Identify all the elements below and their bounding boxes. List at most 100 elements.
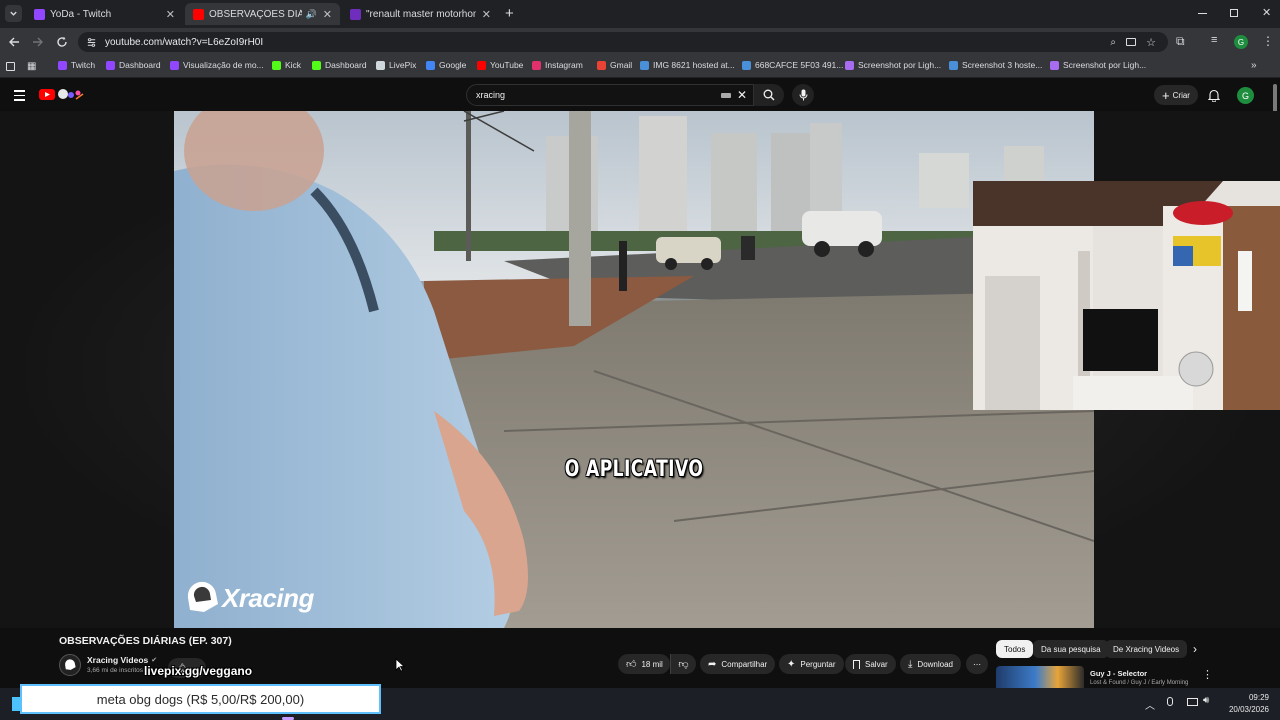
bookmark-item[interactable]: Twitch bbox=[58, 60, 95, 70]
like-button[interactable]: 👍︎ 18 mil bbox=[618, 654, 670, 674]
bookmark-label: 668CAFCE 5F03 491... bbox=[755, 60, 844, 70]
bookmark-item[interactable]: YouTube bbox=[477, 60, 523, 70]
bookmark-item[interactable]: LivePix bbox=[376, 60, 416, 70]
browser-tab-strip: YoDa - Twitch ✕ OBSERVAÇÕES DIÁRIAS (EP.… bbox=[0, 0, 1280, 28]
recommendation-subtitle: Lost & Found / Guy J / Early Morning bbox=[1090, 680, 1189, 686]
sidebar-toggle-icon[interactable] bbox=[6, 62, 15, 71]
site-info-icon[interactable] bbox=[86, 37, 97, 48]
clear-search-icon[interactable]: ✕ bbox=[737, 88, 747, 102]
address-bar[interactable]: youtube.com/watch?v=L6eZoI9rH0I ⌕ ☆ bbox=[78, 32, 1168, 52]
more-bookmarks-icon[interactable]: » bbox=[1251, 60, 1257, 71]
clock-time[interactable]: 09:29 bbox=[1221, 693, 1269, 702]
browser-tab-search[interactable]: "renault master motorhome" - ✕ bbox=[342, 3, 499, 25]
youtube-header: xracing ✕ + Criar G bbox=[0, 80, 1280, 144]
chip-from-search[interactable]: Da sua pesquisa bbox=[1033, 640, 1109, 658]
bookmark-label: Gmail bbox=[610, 60, 633, 70]
close-tab-icon[interactable]: ✕ bbox=[166, 8, 175, 21]
bookmark-item[interactable]: Screenshot por Ligh... bbox=[845, 60, 941, 70]
bookmark-item[interactable]: Screenshot 3 hoste... bbox=[949, 60, 1042, 70]
save-button[interactable]: Salvar bbox=[845, 654, 896, 674]
extensions-icon[interactable]: ⧉ bbox=[1176, 34, 1185, 49]
bookmark-favicon-icon bbox=[949, 60, 958, 70]
recommendation-title[interactable]: Guy J - Selector bbox=[1090, 669, 1147, 678]
youtube-logo[interactable] bbox=[39, 89, 55, 100]
download-label: Download bbox=[917, 659, 953, 669]
search-input[interactable]: xracing bbox=[476, 90, 505, 100]
speaker-icon[interactable]: 🔊 bbox=[306, 9, 317, 20]
voice-search-button[interactable] bbox=[792, 84, 814, 106]
close-tab-icon[interactable]: ✕ bbox=[482, 8, 491, 21]
url-text[interactable]: youtube.com/watch?v=L6eZoI9rH0I bbox=[105, 37, 263, 48]
new-tab-button[interactable]: + bbox=[505, 5, 514, 22]
reload-icon[interactable] bbox=[56, 36, 68, 48]
keyboard-icon[interactable] bbox=[721, 93, 731, 98]
bookmark-item[interactable]: IMG 8621 hosted at... bbox=[640, 60, 735, 70]
more-actions-button[interactable]: ⋯ bbox=[966, 654, 988, 674]
clock-date[interactable]: 20/03/2026 bbox=[1221, 705, 1269, 714]
browser-tab-twitch[interactable]: YoDa - Twitch ✕ bbox=[26, 3, 183, 25]
apps-grid-icon[interactable]: ▦ bbox=[27, 61, 36, 72]
tab-search-button[interactable] bbox=[5, 5, 22, 22]
video-player[interactable]: O APLICATIVO Xracing bbox=[0, 111, 1280, 628]
notifications-bell-icon[interactable] bbox=[1208, 89, 1220, 102]
bookmark-star-icon[interactable]: ☆ bbox=[1146, 36, 1156, 49]
chip-all[interactable]: Todos bbox=[996, 640, 1034, 658]
download-icon: ⤓ bbox=[908, 658, 913, 670]
close-tab-icon[interactable]: ✕ bbox=[323, 8, 332, 21]
bookmark-label: Google bbox=[439, 60, 467, 70]
network-tray-icon[interactable] bbox=[1187, 698, 1198, 706]
share-button[interactable]: ➦ Compartilhar bbox=[700, 654, 776, 674]
bookmark-item[interactable]: Screenshot por Ligh... bbox=[1050, 60, 1146, 70]
start-button-icon[interactable] bbox=[12, 697, 20, 711]
bookmark-label: Instagram bbox=[545, 60, 583, 70]
bookmark-item[interactable]: Kick bbox=[272, 60, 301, 70]
helmet-logo-icon bbox=[187, 581, 218, 612]
account-avatar[interactable]: G bbox=[1237, 87, 1254, 104]
video-subtitle: O APLICATIVO bbox=[564, 457, 704, 482]
profile-avatar[interactable]: G bbox=[1234, 35, 1248, 49]
minimize-window-icon[interactable] bbox=[1198, 13, 1207, 14]
restore-window-icon[interactable] bbox=[1230, 9, 1238, 17]
media-controls-icon[interactable]: ≡ bbox=[1211, 34, 1217, 46]
zoom-icon[interactable]: ⌕ bbox=[1110, 37, 1116, 48]
more-horizontal-icon: ⋯ bbox=[973, 659, 981, 669]
profile-initial: G bbox=[1237, 37, 1245, 47]
bookmark-item[interactable]: Instagram bbox=[532, 60, 583, 70]
bookmark-item[interactable]: Dashboard bbox=[106, 60, 161, 70]
show-hidden-icons[interactable]: ︿ bbox=[1145, 697, 1155, 712]
cast-icon[interactable] bbox=[1126, 38, 1136, 46]
bookmark-item[interactable]: Dashboard bbox=[312, 60, 367, 70]
chip-from-channel[interactable]: De Xracing Videos bbox=[1105, 640, 1188, 658]
ask-button[interactable]: ✦ Perguntar bbox=[779, 654, 844, 674]
volume-tray-icon[interactable]: 🔊︎ bbox=[1203, 695, 1209, 706]
bookmark-favicon-icon bbox=[1050, 60, 1059, 70]
video-frame[interactable]: O APLICATIVO Xracing bbox=[174, 111, 1094, 628]
doodle-icon[interactable] bbox=[57, 88, 85, 101]
back-arrow-icon[interactable] bbox=[8, 36, 20, 48]
share-arrow-icon: ➦ bbox=[708, 658, 717, 670]
recommendation-menu-icon[interactable]: ⋮ bbox=[1202, 668, 1213, 681]
search-button[interactable] bbox=[754, 84, 784, 106]
guide-menu-icon[interactable] bbox=[14, 90, 25, 101]
forward-arrow-icon[interactable] bbox=[32, 36, 44, 48]
close-window-icon[interactable]: ✕ bbox=[1262, 6, 1271, 19]
bookmark-item[interactable]: 668CAFCE 5F03 491... bbox=[742, 60, 843, 70]
bookmark-item[interactable]: Visualização de mo... bbox=[170, 60, 264, 70]
channel-name-text[interactable]: Xracing Videos bbox=[87, 655, 148, 665]
create-button[interactable]: + Criar bbox=[1154, 85, 1198, 105]
search-box[interactable]: xracing ✕ bbox=[466, 84, 754, 106]
recommendation-thumbnail[interactable] bbox=[996, 666, 1084, 688]
cursor-arrow-icon bbox=[395, 658, 405, 672]
download-button[interactable]: ⤓ Download bbox=[900, 654, 961, 674]
browser-menu-icon[interactable]: ⋮ bbox=[1262, 34, 1274, 48]
microphone-tray-icon[interactable] bbox=[1167, 697, 1173, 706]
browser-tab-youtube-video[interactable]: OBSERVAÇÕES DIÁRIAS (EP. 🔊 ✕ bbox=[185, 3, 340, 25]
bookmark-favicon-icon bbox=[106, 60, 115, 70]
share-label: Compartilhar bbox=[721, 659, 768, 669]
channel-avatar[interactable] bbox=[59, 654, 81, 676]
browser-toolbar: youtube.com/watch?v=L6eZoI9rH0I ⌕ ☆ ⧉ ≡ … bbox=[0, 28, 1280, 56]
bookmark-item[interactable]: Google bbox=[426, 60, 466, 70]
dislike-button[interactable]: 👎︎ bbox=[670, 654, 696, 674]
chips-next-icon[interactable]: › bbox=[1193, 642, 1197, 656]
bookmark-item[interactable]: Gmail bbox=[597, 60, 632, 70]
